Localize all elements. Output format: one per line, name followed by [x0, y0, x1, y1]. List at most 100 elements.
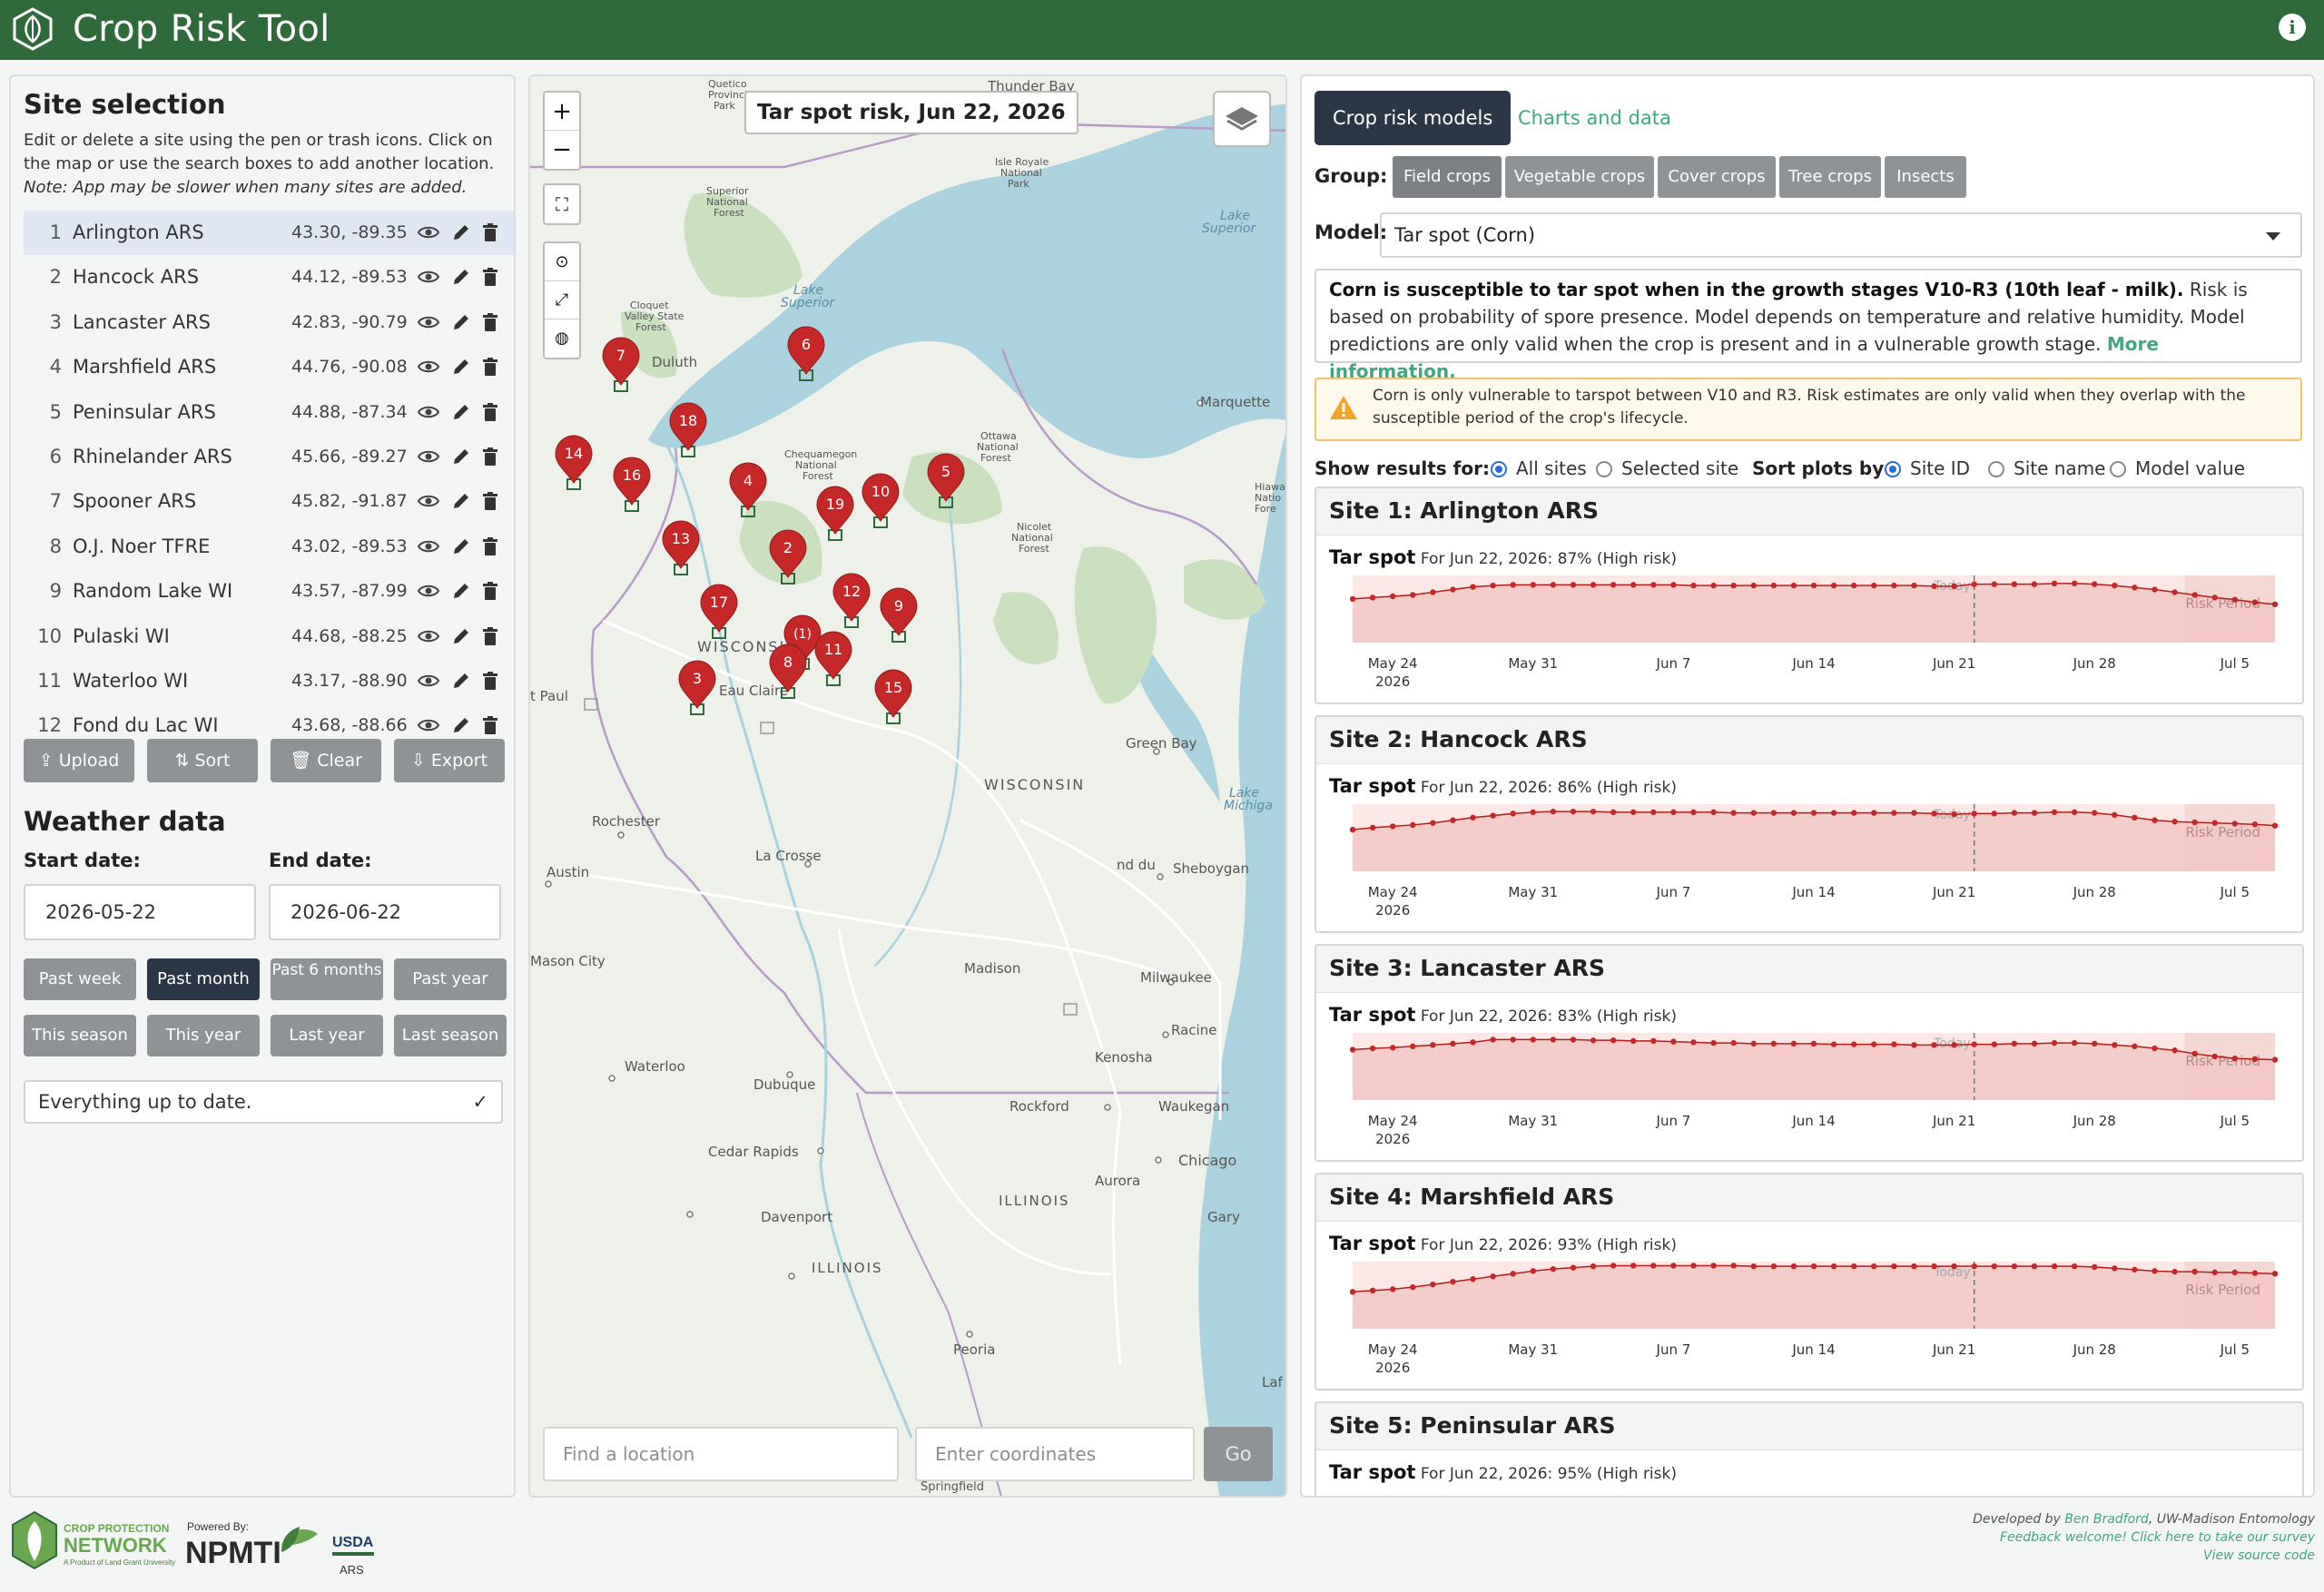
pencil-icon[interactable] — [450, 446, 472, 467]
site-row[interactable]: 9 Random Lake WI 43.57, -87.99 — [24, 569, 514, 614]
go-button[interactable]: Go — [1204, 1427, 1273, 1481]
end-date-input[interactable]: 2026-06-22 — [269, 884, 501, 940]
eye-icon[interactable] — [418, 311, 439, 333]
pencil-icon[interactable] — [450, 714, 472, 736]
trash-icon[interactable] — [479, 446, 501, 467]
group-vegetable-crops[interactable]: Vegetable crops — [1505, 156, 1654, 198]
eye-icon[interactable] — [418, 714, 439, 736]
site-row[interactable]: 8 O.J. Noer TFRE 43.02, -89.53 — [24, 525, 514, 569]
eye-icon[interactable] — [418, 221, 439, 243]
eye-icon[interactable] — [418, 490, 439, 512]
export-button[interactable]: ⇩ Export — [394, 739, 505, 782]
radio-site-name[interactable] — [1988, 461, 2004, 477]
site-row[interactable]: 1 Arlington ARS 43.30, -89.35 — [24, 211, 514, 256]
developer-link[interactable]: Ben Bradford — [2064, 1512, 2149, 1527]
expand-icon[interactable]: ⤢ — [545, 281, 579, 319]
zoom-out-button[interactable]: − — [545, 131, 579, 169]
site-id-label[interactable]: Site ID — [1910, 457, 1970, 479]
find-location-input[interactable]: Find a location — [543, 1427, 899, 1481]
group-tree-crops[interactable]: Tree crops — [1779, 156, 1881, 198]
site-row[interactable]: 3 Lancaster ARS 42.83, -90.79 — [24, 300, 514, 345]
preset-last-season[interactable]: Last season — [394, 1015, 507, 1056]
site-list[interactable]: 1 Arlington ARS 43.30, -89.35 2 Hancock ARS 4… — [24, 211, 514, 797]
site-row[interactable]: 2 Hancock ARS 44.12, -89.53 — [24, 255, 514, 300]
coordinates-input[interactable]: Enter coordinates — [915, 1427, 1195, 1481]
preset-past-year[interactable]: Past year — [394, 958, 507, 1000]
site-row[interactable]: 10 Pulaski WI 44.68, -88.25 — [24, 614, 514, 659]
trash-icon[interactable] — [479, 714, 501, 736]
preset-past-week[interactable]: Past week — [24, 958, 136, 1000]
preset-past-month[interactable]: Past month — [147, 958, 260, 1000]
pencil-icon[interactable] — [450, 580, 472, 602]
eye-icon[interactable] — [418, 536, 439, 557]
site-row[interactable]: 4 Marshfield ARS 44.76, -90.08 — [24, 345, 514, 389]
preset-past-6-months[interactable]: Past 6 months — [271, 958, 383, 1000]
site-row[interactable]: 11 Waterloo WI 43.17, -88.90 — [24, 659, 514, 703]
map-pin-label: 7 — [616, 347, 625, 364]
eye-icon[interactable] — [418, 625, 439, 647]
sort-button[interactable]: ⇅ Sort — [147, 739, 258, 782]
feedback-link[interactable]: Feedback welcome! Click here to take our… — [1816, 1528, 2315, 1547]
all-sites-label[interactable]: All sites — [1516, 457, 1587, 479]
trash-icon[interactable] — [479, 490, 501, 512]
site-name-label[interactable]: Site name — [2014, 457, 2105, 479]
pencil-icon[interactable] — [450, 221, 472, 243]
pencil-icon[interactable] — [450, 625, 472, 647]
pencil-icon[interactable] — [450, 311, 472, 333]
site-row[interactable]: 6 Rhinelander ARS 45.66, -89.27 — [24, 435, 514, 479]
pencil-icon[interactable] — [450, 670, 472, 692]
map-canvas[interactable]: Thunder Bay Quetico Provincial Park Isle… — [530, 76, 1287, 1498]
trash-icon[interactable] — [479, 536, 501, 557]
model-select[interactable]: Tar spot (Corn) — [1380, 212, 2302, 258]
pencil-icon[interactable] — [450, 490, 472, 512]
radio-selected-site[interactable] — [1596, 461, 1612, 477]
preset-this-year[interactable]: This year — [147, 1015, 260, 1056]
start-date-input[interactable]: 2026-05-22 — [24, 884, 256, 940]
pencil-icon[interactable] — [450, 401, 472, 423]
group-cover-crops[interactable]: Cover crops — [1658, 156, 1776, 198]
upload-button[interactable]: ⇪ Upload — [24, 739, 134, 782]
radio-all-sites[interactable] — [1491, 461, 1507, 477]
tab-charts-and-data[interactable]: Charts and data — [1500, 91, 1689, 145]
zoom-in-button[interactable]: + — [545, 93, 579, 131]
group-field-crops[interactable]: Field crops — [1393, 156, 1502, 198]
trash-icon[interactable] — [479, 221, 501, 243]
trash-icon[interactable] — [479, 266, 501, 288]
tab-crop-risk-models[interactable]: Crop risk models — [1315, 91, 1512, 145]
radio-model-value[interactable] — [2110, 461, 2126, 477]
selected-site-label[interactable]: Selected site — [1621, 457, 1738, 479]
model-value-label[interactable]: Model value — [2135, 457, 2245, 479]
info-icon[interactable]: i — [2279, 14, 2306, 41]
site-row[interactable]: 7 Spooner ARS 45.82, -91.87 — [24, 479, 514, 524]
pencil-icon[interactable] — [450, 536, 472, 557]
globe-icon[interactable]: ◍ — [545, 319, 579, 358]
preset-last-year[interactable]: Last year — [271, 1015, 383, 1056]
trash-icon[interactable] — [479, 580, 501, 602]
preset-this-season[interactable]: This season — [24, 1015, 136, 1056]
group-insects[interactable]: Insects — [1885, 156, 1966, 198]
trash-icon[interactable] — [479, 625, 501, 647]
risk-point — [2011, 1040, 2018, 1047]
locate-icon[interactable]: ⊙ — [545, 243, 579, 281]
eye-icon[interactable] — [418, 446, 439, 467]
trash-icon[interactable] — [479, 356, 501, 378]
map-panel[interactable]: Thunder Bay Quetico Provincial Park Isle… — [528, 74, 1287, 1498]
trash-icon[interactable] — [479, 670, 501, 692]
eye-icon[interactable] — [418, 580, 439, 602]
pencil-icon[interactable] — [450, 356, 472, 378]
eye-icon[interactable] — [418, 266, 439, 288]
eye-icon[interactable] — [418, 670, 439, 692]
clear-button[interactable]: 🗑 Clear — [271, 739, 381, 782]
trash-icon[interactable] — [479, 311, 501, 333]
pencil-icon[interactable] — [450, 266, 472, 288]
fullscreen-button[interactable]: ⛶ — [543, 183, 581, 225]
eye-icon[interactable] — [418, 356, 439, 378]
risk-point — [1630, 1263, 1637, 1269]
site-row[interactable]: 5 Peninsular ARS 44.88, -87.34 — [24, 390, 514, 435]
radio-site-id[interactable] — [1885, 461, 1901, 477]
trash-icon[interactable] — [479, 401, 501, 423]
eye-icon[interactable] — [418, 401, 439, 423]
source-code-link[interactable]: View source code — [1816, 1547, 2315, 1565]
layers-button[interactable] — [1213, 91, 1271, 147]
risk-point — [1470, 1039, 1476, 1046]
